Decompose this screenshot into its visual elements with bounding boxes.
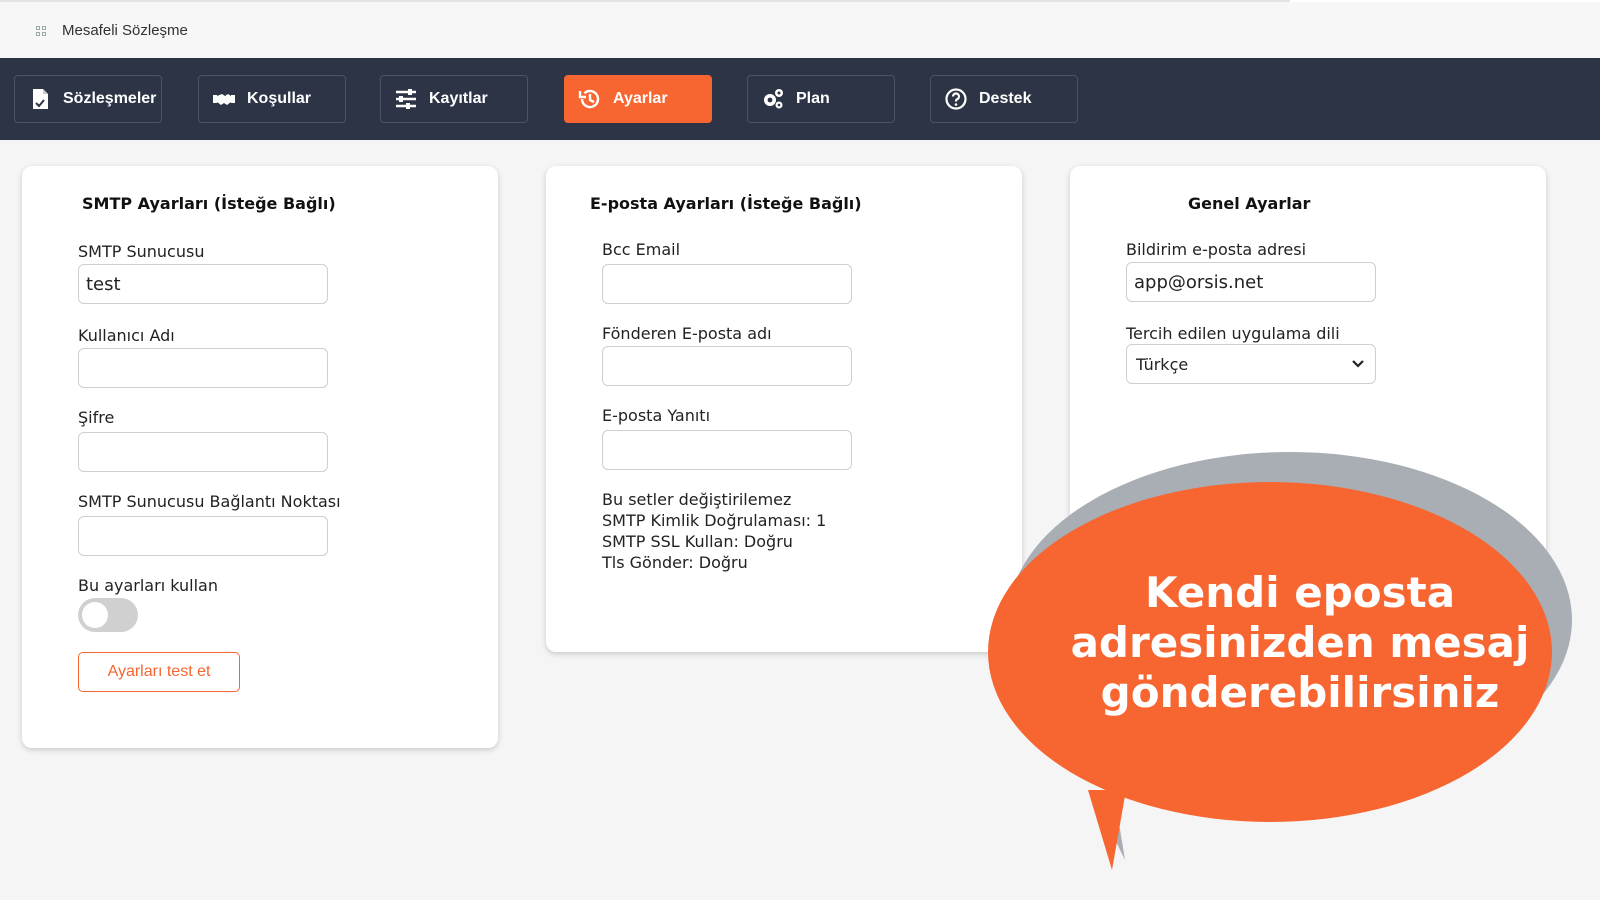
callout-line: gönderebilirsiniz: [1100, 668, 1500, 717]
email-card-title: E-posta Ayarları (İsteğe Bağlı): [590, 194, 862, 213]
general-card-title: Genel Ayarlar: [1188, 194, 1311, 213]
nav-destek[interactable]: Destek: [930, 75, 1078, 123]
test-settings-button[interactable]: Ayarları test et: [78, 652, 240, 692]
username-label: Kullanıcı Adı: [78, 326, 175, 345]
nav-kayitlar[interactable]: Kayıtlar: [380, 75, 528, 123]
bcc-email-input[interactable]: [602, 264, 852, 304]
smtp-settings-card: SMTP Ayarları (İsteğe Bağlı) SMTP Sunucu…: [22, 166, 498, 748]
nav-kosullar[interactable]: Koşullar: [198, 75, 346, 123]
apps-icon[interactable]: [36, 26, 48, 38]
nav-ayarlar[interactable]: Ayarlar: [564, 75, 712, 123]
info-line: Tls Gönder: Doğru: [602, 553, 748, 572]
reply-email-label: E-posta Yanıtı: [602, 406, 711, 425]
language-label: Tercih edilen uygulama dili: [1126, 324, 1340, 343]
notify-email-input[interactable]: [1126, 262, 1376, 302]
speech-bubble-shadow-tail: [1098, 780, 1125, 860]
callout-line: adresinizden mesaj: [1070, 618, 1530, 667]
nav-label: Koşullar: [247, 90, 312, 107]
help-circle-icon: [943, 86, 969, 112]
handshake-icon: [211, 86, 237, 112]
info-line: SMTP SSL Kullan: Doğru: [602, 532, 793, 551]
language-selected: Türkçe: [1136, 354, 1189, 374]
gears-icon: [760, 86, 786, 112]
header-divider: [0, 0, 1290, 2]
history-icon: [577, 86, 603, 112]
smtp-server-label: SMTP Sunucusu: [78, 242, 205, 261]
nav-label: Plan: [796, 90, 830, 107]
smtp-port-input[interactable]: [78, 516, 328, 556]
sender-name-input[interactable]: [602, 346, 852, 386]
email-settings-card: E-posta Ayarları (İsteğe Bağlı) Bcc Emai…: [546, 166, 1022, 652]
nav-plan[interactable]: Plan: [747, 75, 895, 123]
username-input[interactable]: [78, 348, 328, 388]
smtp-port-label: SMTP Sunucusu Bağlantı Noktası: [78, 492, 341, 511]
info-line: Bu setler değiştirilemez: [602, 490, 792, 509]
sliders-icon: [393, 86, 419, 112]
password-label: Şifre: [78, 408, 115, 427]
use-settings-toggle[interactable]: [78, 598, 138, 632]
nav-label: Destek: [979, 90, 1032, 107]
bcc-email-label: Bcc Email: [602, 240, 681, 259]
info-line: SMTP Kimlik Doğrulaması: 1: [602, 511, 827, 530]
general-settings-card: Genel Ayarlar Bildirim e-posta adresi Te…: [1070, 166, 1546, 606]
app-title: Mesafeli Sözleşme: [62, 22, 188, 39]
sender-name-label: Fönderen E-posta adı: [602, 324, 772, 343]
smtp-server-input[interactable]: [78, 264, 328, 304]
document-icon: [27, 86, 53, 112]
app-header: Mesafeli Sözleşme: [0, 0, 1600, 58]
smtp-card-title: SMTP Ayarları (İsteğe Bağlı): [82, 194, 336, 213]
main-nav: Sözleşmeler Koşullar Kayıtlar Ayarlar Pl…: [0, 58, 1600, 140]
speech-bubble-tail: [1088, 790, 1126, 870]
toggle-knob: [82, 602, 108, 628]
use-settings-label: Bu ayarları kullan: [78, 576, 218, 595]
nav-sozlesmeler[interactable]: Sözleşmeler: [14, 75, 162, 123]
nav-label: Ayarlar: [613, 90, 668, 107]
chevron-down-icon: [1352, 360, 1364, 368]
password-input[interactable]: [78, 432, 328, 472]
nav-label: Sözleşmeler: [63, 90, 157, 107]
nav-label: Kayıtlar: [429, 90, 488, 107]
notify-email-label: Bildirim e-posta adresi: [1126, 240, 1307, 259]
language-select[interactable]: Türkçe: [1126, 344, 1376, 384]
reply-email-input[interactable]: [602, 430, 852, 470]
